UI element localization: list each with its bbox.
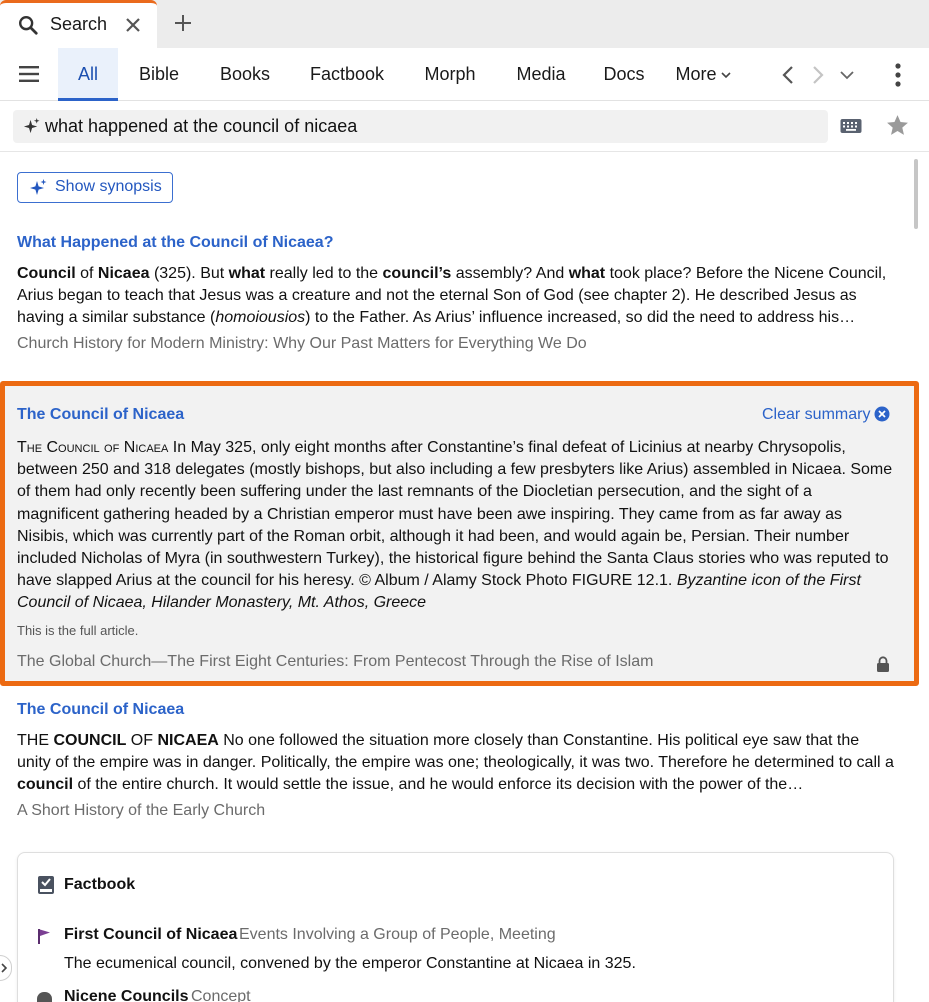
result-source[interactable]: A Short History of the Early Church xyxy=(17,802,897,820)
chevron-down-icon xyxy=(720,72,731,79)
show-synopsis-button[interactable]: Show synopsis xyxy=(17,172,173,203)
snippet-text: OF xyxy=(126,732,158,749)
clear-summary-label: Clear summary xyxy=(762,406,871,423)
full-article-note: This is the full article. xyxy=(17,623,139,638)
snippet-text: NICAEA xyxy=(157,732,219,749)
result-snippet: The Council of Nicaea In May 325, only e… xyxy=(17,437,897,615)
ai-sparkle-icon xyxy=(23,117,40,134)
snippet-text: what xyxy=(228,265,266,282)
snippet-text: really led to the xyxy=(265,265,383,282)
tab-morph[interactable]: Morph xyxy=(417,48,483,101)
tab-all[interactable]: All xyxy=(58,48,118,101)
snippet-text: Nicaea xyxy=(97,265,150,282)
snippet-text: council xyxy=(17,776,74,793)
tab-label: Search xyxy=(50,14,108,34)
snippet-text: THE xyxy=(17,732,54,749)
chevron-down-icon[interactable] xyxy=(837,64,857,86)
snippet-text: of xyxy=(75,265,98,282)
factbook-title: Factbook xyxy=(64,876,136,893)
close-circle-icon xyxy=(874,406,890,422)
tab-factbook[interactable]: Factbook xyxy=(300,48,394,101)
search-result: What Happened at the Council of Nicaea? … xyxy=(17,234,897,353)
close-icon[interactable] xyxy=(123,15,143,35)
factbook-item-name: Nicene Councils xyxy=(64,988,189,1002)
factbook-card: Factbook First Council of Nicaea Events … xyxy=(17,852,894,1002)
lock-icon xyxy=(877,656,889,672)
factbook-item[interactable]: First Council of Nicaea Events Involving… xyxy=(37,926,877,974)
highlighted-result: The Council of Nicaea Clear summary The … xyxy=(0,381,919,686)
search-icon xyxy=(19,16,38,35)
snippet-text: of the entire church. It would settle th… xyxy=(73,776,804,793)
snippet-text: ) to the Father. As Arius’ influence inc… xyxy=(305,309,856,326)
search-tab[interactable]: Search xyxy=(0,0,157,48)
plus-icon[interactable] xyxy=(172,12,194,34)
clear-summary-link[interactable]: Clear summary xyxy=(762,406,890,424)
resource-type-nav: All Bible Books Factbook Morph Media Doc… xyxy=(0,48,929,101)
search-box xyxy=(13,110,828,143)
tab-more[interactable]: More xyxy=(670,48,736,101)
menu-icon[interactable] xyxy=(18,63,40,85)
result-title-link[interactable]: The Council of Nicaea xyxy=(17,406,184,424)
more-label: More xyxy=(675,64,717,84)
snippet-text: COUNCIL xyxy=(53,732,127,749)
search-row xyxy=(0,101,929,152)
factbook-item-description: The ecumenical council, convened by the … xyxy=(64,955,636,972)
factbook-icon xyxy=(38,876,54,894)
ai-sparkle-icon xyxy=(30,179,47,195)
chevron-right-icon xyxy=(1,963,8,973)
scrollbar[interactable] xyxy=(914,159,918,229)
search-results: Show synopsis What Happened at the Counc… xyxy=(0,153,929,1002)
flag-icon xyxy=(38,929,50,944)
factbook-item[interactable]: Nicene Councils Concept xyxy=(37,988,877,1002)
keyboard-icon[interactable] xyxy=(840,118,862,134)
chevron-left-icon[interactable] xyxy=(778,64,798,86)
tab-bible[interactable]: Bible xyxy=(130,48,188,101)
result-snippet: THE COUNCIL OF NICAEA No one followed th… xyxy=(17,730,897,796)
result-snippet: Council of Nicaea (325). But what really… xyxy=(17,263,897,329)
tab-media[interactable]: Media xyxy=(508,48,574,101)
snippet-text: The Council of Nicaea xyxy=(17,439,169,456)
snippet-text: (325). But xyxy=(149,265,229,282)
result-source[interactable]: The Global Church—The First Eight Centur… xyxy=(17,653,653,671)
snippet-text: what xyxy=(568,265,606,282)
snippet-text: In May 325, only eight months after Cons… xyxy=(17,439,893,590)
chevron-right-icon[interactable] xyxy=(808,64,828,86)
more-options-icon[interactable] xyxy=(887,62,909,88)
search-input[interactable] xyxy=(45,113,815,140)
snippet-text: homoiousios xyxy=(215,309,306,326)
result-title-link[interactable]: What Happened at the Council of Nicaea? xyxy=(17,234,897,252)
tab-books[interactable]: Books xyxy=(211,48,279,101)
snippet-text: Council xyxy=(17,265,76,282)
tab-docs[interactable]: Docs xyxy=(597,48,651,101)
result-title-link[interactable]: The Council of Nicaea xyxy=(17,701,897,719)
result-source[interactable]: Church History for Modern Ministry: Why … xyxy=(17,335,897,353)
factbook-item-type: Concept xyxy=(191,988,251,1002)
factbook-item-type: Events Involving a Group of People, Meet… xyxy=(239,926,556,943)
factbook-item-name: First Council of Nicaea xyxy=(64,926,238,943)
star-icon[interactable] xyxy=(885,113,910,138)
snippet-text: council’s xyxy=(382,265,452,282)
search-result: The Council of Nicaea THE COUNCIL OF NIC… xyxy=(17,701,897,820)
tab-bar: Search xyxy=(0,0,929,48)
snippet-text: assembly? And xyxy=(451,265,569,282)
show-synopsis-label: Show synopsis xyxy=(55,178,162,195)
concept-icon xyxy=(37,992,52,1002)
